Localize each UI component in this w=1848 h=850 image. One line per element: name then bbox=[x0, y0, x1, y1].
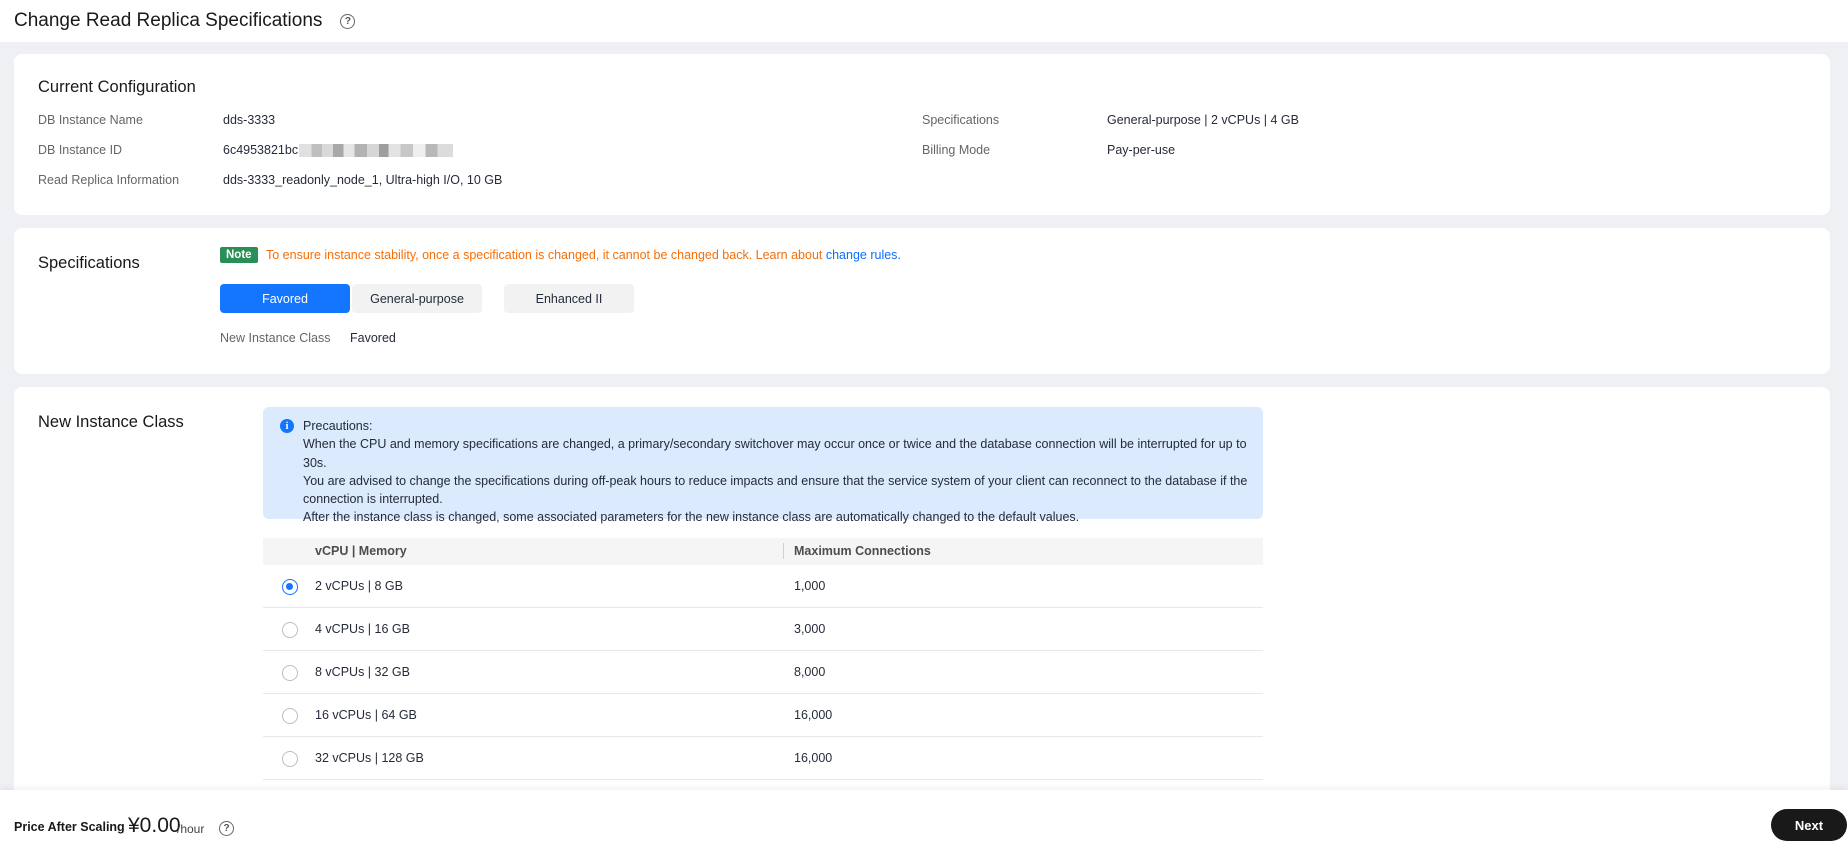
table-row[interactable]: 32 vCPUs | 128 GB 16,000 bbox=[263, 737, 1263, 780]
row-max-connections: 8,000 bbox=[794, 665, 826, 679]
table-header: vCPU | Memory Maximum Connections bbox=[263, 538, 1263, 565]
note-message: To ensure instance stability, once a spe… bbox=[266, 248, 826, 262]
tab-enhanced-ii[interactable]: Enhanced II bbox=[504, 284, 634, 313]
column-max-connections: Maximum Connections bbox=[794, 544, 931, 558]
info-icon: i bbox=[280, 419, 294, 433]
row-spec: 16 vCPUs | 64 GB bbox=[315, 708, 417, 722]
new-instance-class-card: New Instance Class i Precautions: When t… bbox=[14, 387, 1830, 847]
price-value: ¥0.00 bbox=[128, 814, 181, 837]
current-configuration-title: Current Configuration bbox=[38, 78, 196, 96]
column-separator bbox=[783, 543, 784, 559]
new-instance-class-label: New Instance Class bbox=[220, 331, 331, 345]
note-text: To ensure instance stability, once a spe… bbox=[266, 248, 901, 262]
db-instance-name-value: dds-3333 bbox=[223, 113, 276, 127]
page-header: Change Read Replica Specifications ? bbox=[0, 0, 1848, 42]
row-max-connections: 16,000 bbox=[794, 708, 833, 722]
radio-icon[interactable] bbox=[282, 708, 298, 724]
tab-general-purpose[interactable]: General-purpose bbox=[352, 284, 482, 313]
billing-mode-label: Billing Mode bbox=[922, 143, 991, 157]
specifications-label: Specifications bbox=[922, 113, 1000, 127]
change-rules-link[interactable]: change rules bbox=[826, 248, 898, 262]
current-configuration-card: Current Configuration DB Instance Name d… bbox=[14, 54, 1830, 215]
specifications-value: General-purpose | 2 vCPUs | 4 GB bbox=[1107, 113, 1299, 127]
radio-icon[interactable] bbox=[282, 665, 298, 681]
instance-class-table: vCPU | Memory Maximum Connections 2 vCPU… bbox=[263, 538, 1263, 780]
row-spec: 8 vCPUs | 32 GB bbox=[315, 665, 410, 679]
row-max-connections: 1,000 bbox=[794, 579, 826, 593]
price-unit: /hour bbox=[177, 822, 205, 836]
column-vcpu-memory: vCPU | Memory bbox=[315, 544, 407, 558]
note-period: . bbox=[897, 248, 901, 262]
specifications-card: Specifications Note To ensure instance s… bbox=[14, 228, 1830, 374]
footer-bar: Price After Scaling ¥0.00 /hour ? Next bbox=[0, 790, 1848, 850]
new-instance-class-title: New Instance Class bbox=[38, 413, 184, 431]
read-replica-value: dds-3333_readonly_node_1, Ultra-high I/O… bbox=[223, 173, 503, 187]
radio-icon[interactable] bbox=[282, 622, 298, 638]
row-spec: 2 vCPUs | 8 GB bbox=[315, 579, 403, 593]
precautions-line: Precautions: bbox=[303, 419, 373, 433]
row-spec: 32 vCPUs | 128 GB bbox=[315, 751, 424, 765]
specifications-title: Specifications bbox=[38, 254, 140, 272]
row-max-connections: 3,000 bbox=[794, 622, 826, 636]
billing-mode-value: Pay-per-use bbox=[1107, 143, 1176, 157]
price-label: Price After Scaling bbox=[14, 820, 125, 834]
table-row[interactable]: 16 vCPUs | 64 GB 16,000 bbox=[263, 694, 1263, 737]
new-instance-class-value: Favored bbox=[350, 331, 396, 345]
radio-icon[interactable] bbox=[282, 751, 298, 767]
db-instance-id-text: 6c4953821bc bbox=[223, 143, 299, 157]
db-instance-id-value: 6c4953821bc bbox=[223, 143, 454, 158]
next-button[interactable]: Next bbox=[1771, 809, 1847, 841]
note-badge: Note bbox=[220, 247, 258, 263]
row-max-connections: 16,000 bbox=[794, 751, 833, 765]
tab-favored[interactable]: Favored bbox=[220, 284, 350, 313]
help-icon[interactable]: ? bbox=[340, 13, 356, 29]
precautions-text: Precautions: When the CPU and memory spe… bbox=[303, 417, 1263, 527]
page-title: Change Read Replica Specifications bbox=[14, 10, 323, 31]
precautions-line: When the CPU and memory specifications a… bbox=[303, 437, 1247, 470]
read-replica-label: Read Replica Information bbox=[38, 173, 180, 187]
db-instance-id-label: DB Instance ID bbox=[38, 143, 123, 157]
precautions-line: After the instance class is changed, som… bbox=[303, 510, 1080, 525]
row-spec: 4 vCPUs | 16 GB bbox=[315, 622, 410, 636]
precautions-line: You are advised to change the specificat… bbox=[303, 473, 1248, 488]
table-row[interactable]: 4 vCPUs | 16 GB 3,000 bbox=[263, 608, 1263, 651]
precautions-box: i Precautions: When the CPU and memory s… bbox=[263, 407, 1263, 524]
db-instance-name-label: DB Instance Name bbox=[38, 113, 143, 127]
redacted-block bbox=[299, 144, 454, 158]
radio-icon[interactable] bbox=[282, 579, 298, 595]
precautions-line: connection is interrupted. bbox=[303, 492, 443, 507]
help-icon[interactable]: ? bbox=[219, 821, 234, 836]
table-row[interactable]: 8 vCPUs | 32 GB 8,000 bbox=[263, 651, 1263, 694]
table-row[interactable]: 2 vCPUs | 8 GB 1,000 bbox=[263, 565, 1263, 608]
